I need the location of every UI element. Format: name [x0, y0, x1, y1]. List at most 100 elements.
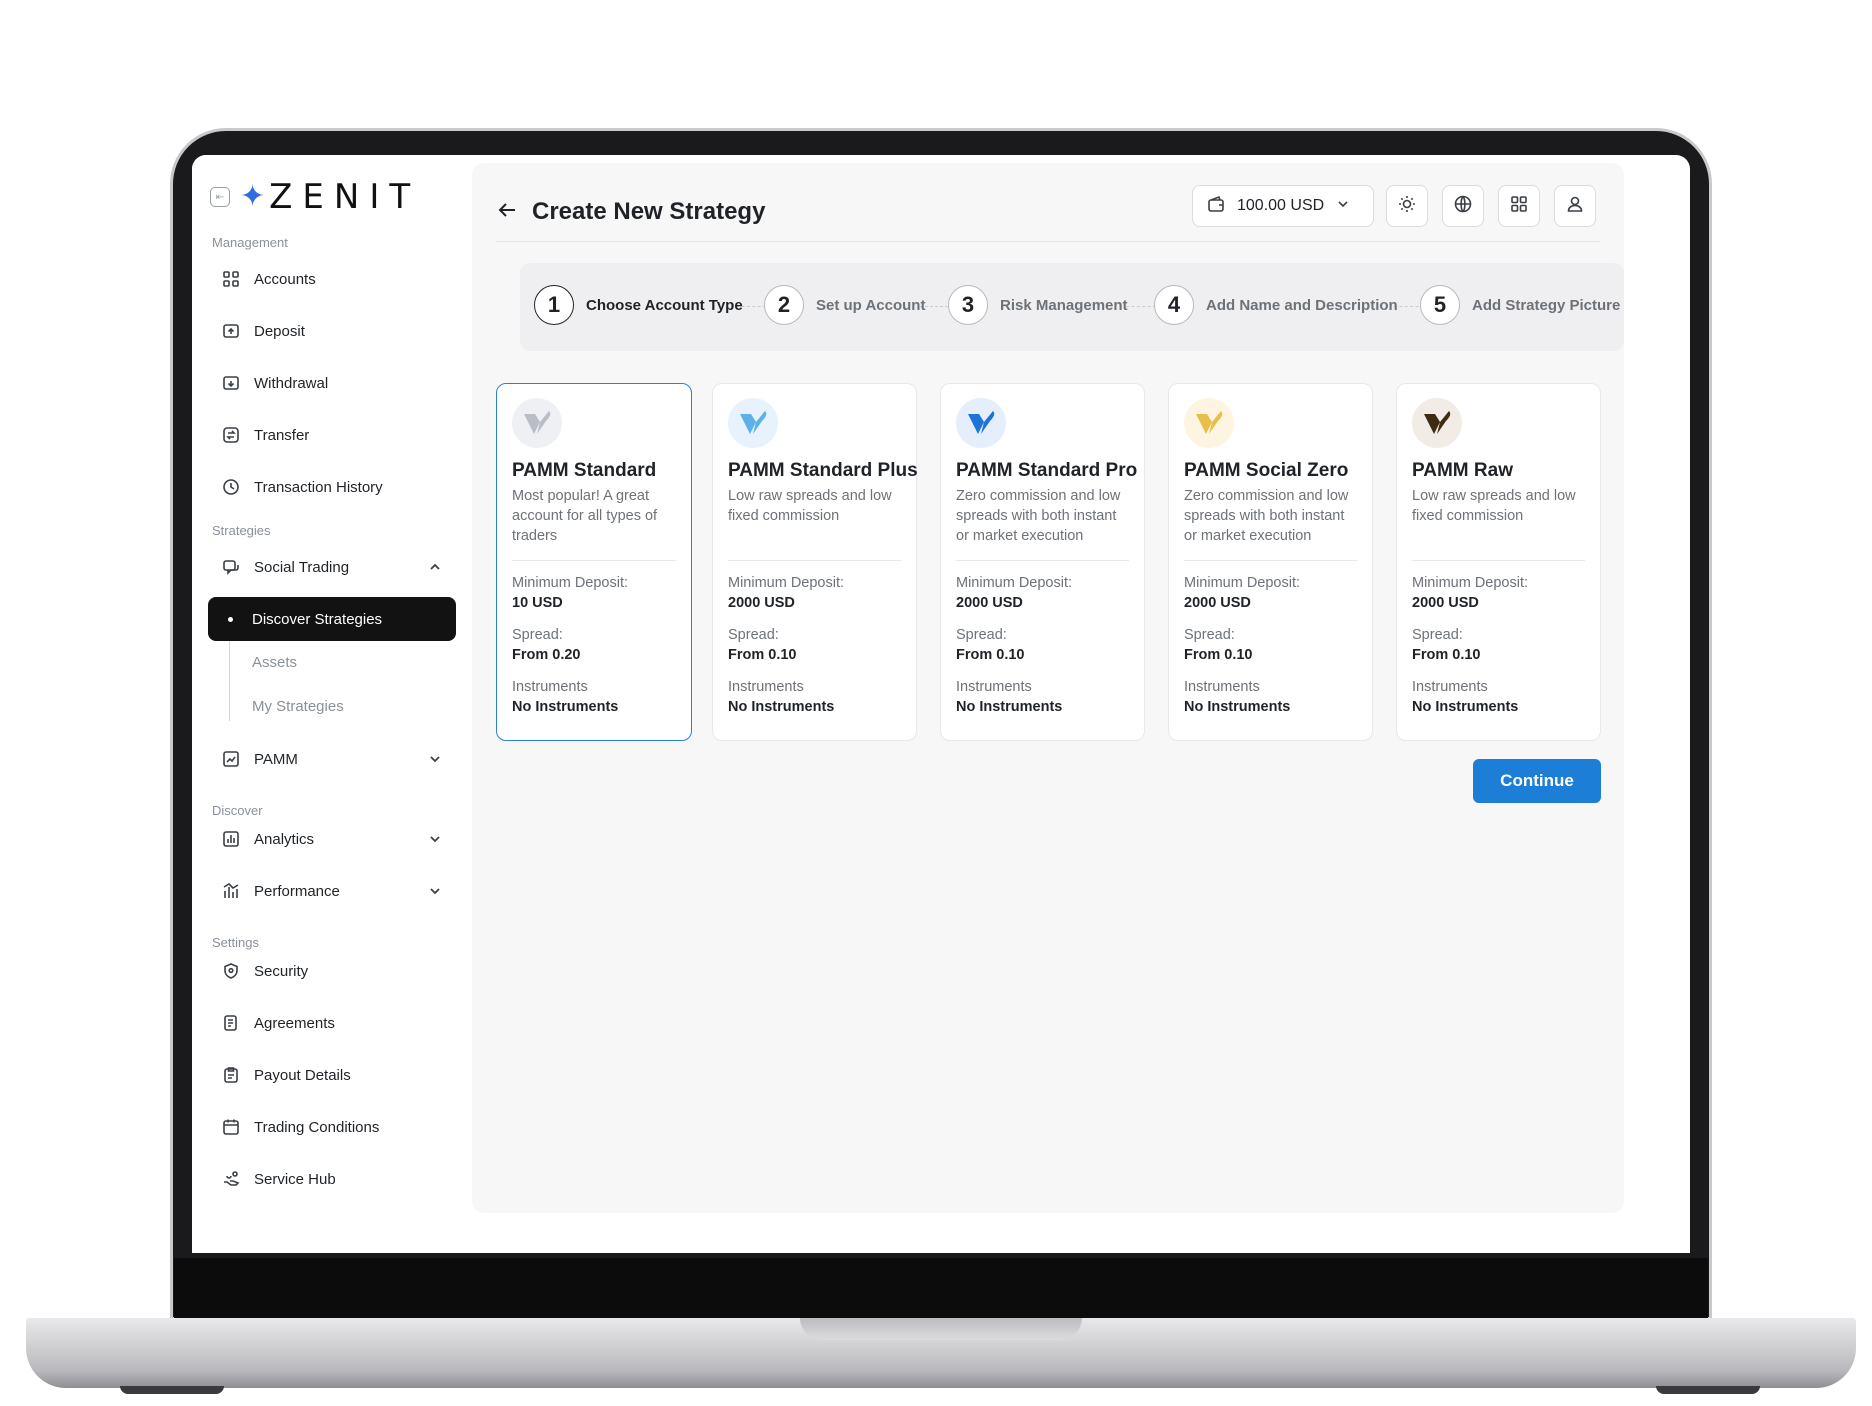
step-label: Risk Management	[1000, 296, 1128, 314]
step-number: 1	[534, 285, 574, 325]
sidebar-subitem-assets[interactable]: Assets	[252, 654, 297, 671]
user-icon	[1565, 194, 1585, 219]
sidebar-item-analytics[interactable]: Analytics	[212, 817, 452, 861]
brand-v-icon	[1412, 398, 1462, 448]
card-title: PAMM Social Zero	[1184, 460, 1349, 481]
sidebar-item-transfer[interactable]: Transfer	[212, 413, 452, 457]
grid-icon	[222, 270, 240, 288]
spread-label: Spread:	[512, 627, 563, 643]
sun-icon	[1397, 194, 1417, 219]
card-description: Low raw spreads and low fixed commission	[728, 488, 892, 524]
step-number: 4	[1154, 285, 1194, 325]
laptop-foot	[120, 1386, 224, 1394]
laptop-foot	[1656, 1386, 1760, 1394]
balance-value: 100.00 USD	[1237, 197, 1325, 214]
back-arrow-icon[interactable]	[496, 199, 518, 221]
sidebar-item-withdrawal[interactable]: Withdrawal	[212, 361, 452, 405]
step-2[interactable]: 2 Set up Account	[764, 285, 925, 325]
min-deposit-label: Minimum Deposit:	[512, 575, 629, 591]
language-button[interactable]	[1442, 185, 1484, 227]
apps-button[interactable]	[1498, 185, 1540, 227]
step-4[interactable]: 4 Add Name and Description	[1154, 285, 1398, 325]
instruments-value: No Instruments	[1412, 699, 1519, 715]
page-title: Create New Strategy	[532, 198, 766, 225]
section-label-strategies: Strategies	[212, 523, 271, 538]
card-divider	[956, 560, 1129, 561]
step-label: Add Name and Description	[1206, 296, 1398, 314]
sidebar-item-label: Accounts	[254, 270, 316, 288]
sidebar-item-agreements[interactable]: Agreements	[212, 1001, 452, 1045]
logo: ✦ ZENIT	[240, 177, 420, 217]
brand-v-icon	[728, 398, 778, 448]
sidebar-subitem-discover-strategies[interactable]: Discover Strategies	[208, 597, 456, 641]
min-deposit-value: 2000 USD	[1184, 595, 1251, 611]
sidebar-item-label: Deposit	[254, 322, 305, 340]
sidebar: ⇤ ✦ ZENIT Management Accounts Deposit Wi…	[192, 155, 464, 1253]
brand-v-icon	[1184, 398, 1234, 448]
service-hub-icon	[222, 1170, 240, 1188]
card-divider	[1184, 560, 1357, 561]
sidebar-item-service-hub[interactable]: Service Hub	[212, 1157, 452, 1201]
card-title: PAMM Standard Pro	[956, 460, 1138, 481]
chat-icon	[222, 558, 240, 576]
sidebar-item-deposit[interactable]: Deposit	[212, 309, 452, 353]
account-type-card[interactable]: PAMM Standard Plus Low raw spreads and l…	[712, 383, 918, 741]
spread-label: Spread:	[956, 627, 1007, 643]
spread-label: Spread:	[1184, 627, 1235, 643]
sidebar-item-accounts[interactable]: Accounts	[212, 257, 452, 301]
min-deposit-value: 2000 USD	[728, 595, 795, 611]
sidebar-item-label: Transfer	[254, 426, 310, 444]
card-description: Zero commission and low spreads with bot…	[956, 488, 1121, 544]
sidebar-item-pamm[interactable]: PAMM	[212, 737, 452, 781]
collapse-sidebar-icon[interactable]: ⇤	[210, 187, 230, 207]
withdrawal-icon	[222, 374, 240, 392]
transfer-icon	[222, 426, 240, 444]
sidebar-item-label: Trading Conditions	[254, 1118, 380, 1136]
sidebar-item-label: Performance	[254, 882, 340, 900]
spread-value: From 0.10	[1412, 647, 1481, 663]
history-icon	[222, 478, 240, 496]
sidebar-item-trading-conditions[interactable]: Trading Conditions	[212, 1105, 452, 1149]
account-type-card[interactable]: PAMM Social Zero Zero commission and low…	[1168, 383, 1373, 741]
card-description: Most popular! A great account for all ty…	[512, 488, 658, 544]
step-5[interactable]: 5 Add Strategy Picture	[1420, 285, 1620, 325]
sidebar-item-security[interactable]: Security	[212, 949, 452, 993]
spread-value: From 0.20	[512, 647, 581, 663]
account-type-card[interactable]: PAMM Standard Most popular! A great acco…	[496, 383, 692, 741]
deposit-icon	[222, 322, 240, 340]
continue-button[interactable]: Continue	[1473, 759, 1601, 803]
section-label-settings: Settings	[212, 935, 259, 950]
step-label: Set up Account	[816, 296, 926, 314]
chevron-down-icon	[428, 884, 442, 898]
instruments-label: Instruments	[728, 679, 804, 695]
section-label-discover: Discover	[212, 803, 263, 818]
profile-button[interactable]	[1554, 185, 1596, 227]
chart-icon	[222, 750, 240, 768]
sidebar-item-transaction-history[interactable]: Transaction History	[212, 465, 452, 509]
card-divider	[1412, 560, 1585, 561]
bar-chart-icon	[222, 830, 240, 848]
balance-dropdown[interactable]: 100.00 USD	[1192, 185, 1374, 227]
instruments-value: No Instruments	[512, 699, 619, 715]
sidebar-item-label: PAMM	[254, 750, 298, 768]
step-number: 5	[1420, 285, 1460, 325]
step-label: Add Strategy Picture	[1472, 296, 1621, 314]
account-type-card[interactable]: PAMM Raw Low raw spreads and low fixed c…	[1396, 383, 1601, 741]
stepper: 1 Choose Account Type 2 Set up Account 3…	[520, 263, 1624, 351]
calendar-icon	[222, 1118, 240, 1136]
sidebar-item-label: Analytics	[254, 830, 315, 848]
sidebar-item-label: Security	[254, 962, 309, 980]
sidebar-item-social-trading[interactable]: Social Trading	[212, 545, 452, 589]
sidebar-item-payout-details[interactable]: Payout Details	[212, 1053, 452, 1097]
instruments-value: No Instruments	[956, 699, 1063, 715]
step-3[interactable]: 3 Risk Management	[948, 285, 1128, 325]
spread-value: From 0.10	[956, 647, 1025, 663]
theme-toggle-button[interactable]	[1386, 185, 1428, 227]
account-type-card[interactable]: PAMM Standard Pro Zero commission and lo…	[940, 383, 1145, 741]
card-title: PAMM Standard Plus	[728, 460, 918, 481]
step-1[interactable]: 1 Choose Account Type	[534, 285, 743, 325]
sidebar-subitem-my-strategies[interactable]: My Strategies	[252, 698, 344, 715]
min-deposit-label: Minimum Deposit:	[728, 575, 845, 591]
sidebar-item-performance[interactable]: Performance	[212, 869, 452, 913]
sidebar-item-label: Transaction History	[254, 478, 383, 496]
